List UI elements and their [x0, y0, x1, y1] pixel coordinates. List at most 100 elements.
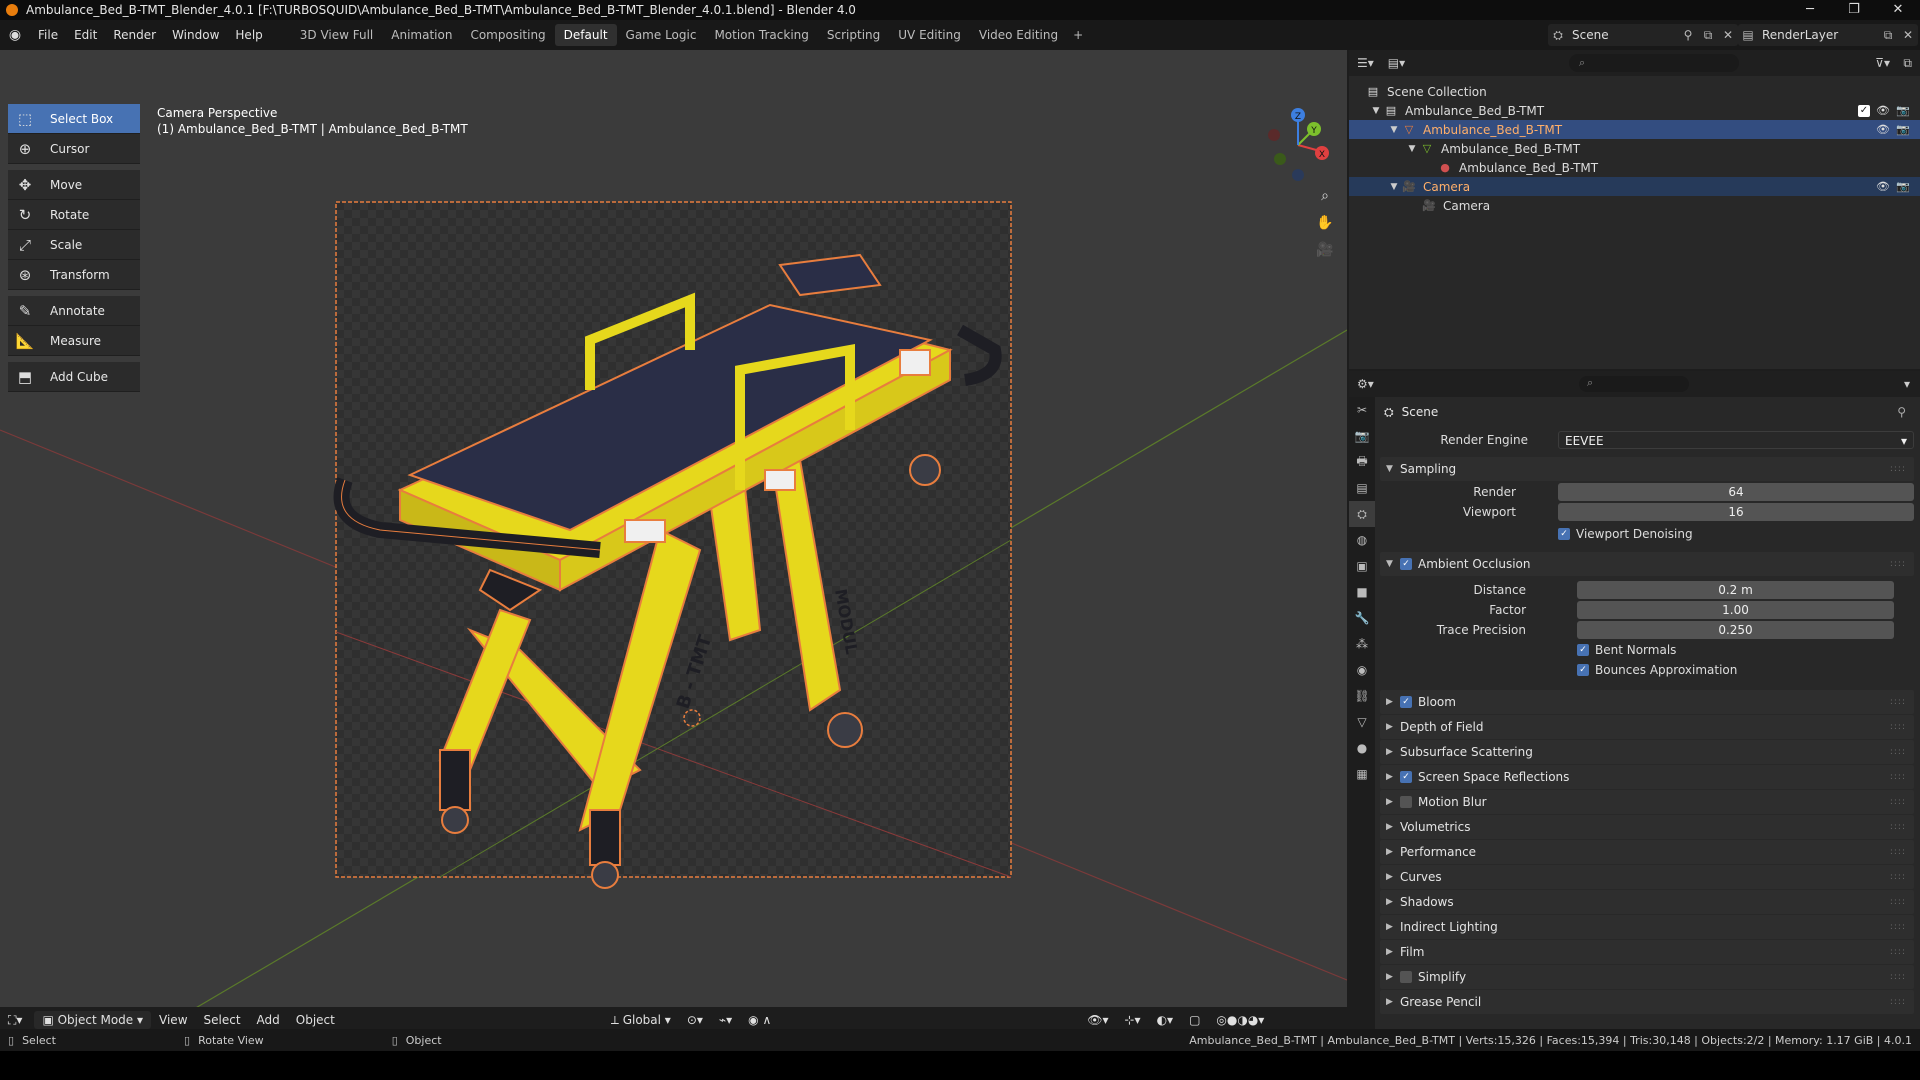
- panel-indirect-lighting[interactable]: ▶ Indirect Lighting::::: [1380, 915, 1914, 939]
- drag-grip-icon[interactable]: ::::: [1890, 559, 1906, 569]
- panel-simplify[interactable]: ▶ Simplify::::: [1380, 965, 1914, 989]
- physics-tab-icon[interactable]: ◉: [1349, 657, 1375, 683]
- output-tab-icon[interactable]: 🖶: [1349, 449, 1375, 475]
- bent-normals-checkbox[interactable]: ✓: [1577, 644, 1589, 656]
- eye-icon[interactable]: 👁: [1876, 180, 1890, 193]
- drag-grip-icon[interactable]: ::::: [1890, 897, 1906, 907]
- maximize-button[interactable]: ❐: [1832, 0, 1876, 20]
- navigation-gizmo[interactable]: X Y Z: [1258, 105, 1338, 185]
- outliner-search-input[interactable]: ⌕: [1569, 54, 1739, 72]
- gizmo-toggle-icon[interactable]: ⊹▾: [1117, 1013, 1149, 1027]
- drag-grip-icon[interactable]: ::::: [1890, 772, 1906, 782]
- options-chevron-icon[interactable]: ▾: [1904, 377, 1910, 391]
- pivot-icon[interactable]: ⊙▾: [679, 1013, 711, 1027]
- tool-cursor[interactable]: ⊕ Cursor: [8, 134, 140, 164]
- drag-grip-icon[interactable]: ::::: [1890, 997, 1906, 1007]
- panel-checkbox[interactable]: ✓: [1400, 771, 1412, 783]
- menu-object[interactable]: Object: [288, 1013, 343, 1027]
- menu-file[interactable]: File: [30, 20, 66, 50]
- drag-grip-icon[interactable]: ::::: [1890, 747, 1906, 757]
- close-button[interactable]: ✕: [1876, 0, 1920, 20]
- expand-arrow-icon[interactable]: ▼: [1387, 125, 1401, 135]
- outliner-row-object-selected[interactable]: ▼ ▽ Ambulance_Bed_B-TMT 👁 📷: [1349, 120, 1920, 139]
- properties-editor-icon[interactable]: ⚙▾: [1349, 377, 1374, 391]
- tab-3d-view-full[interactable]: 3D View Full: [291, 24, 383, 46]
- outliner-editor-icon[interactable]: ☰▾: [1357, 56, 1374, 70]
- tool-tab-icon[interactable]: ✂: [1349, 397, 1375, 423]
- object-tab-icon[interactable]: ■: [1349, 579, 1375, 605]
- menu-edit[interactable]: Edit: [66, 20, 105, 50]
- panel-film[interactable]: ▶ Film::::: [1380, 940, 1914, 964]
- data-tab-icon[interactable]: ▽: [1349, 709, 1375, 735]
- menu-render[interactable]: Render: [105, 20, 164, 50]
- drag-grip-icon[interactable]: ::::: [1890, 922, 1906, 932]
- panel-subsurface-scattering[interactable]: ▶ Subsurface Scattering::::: [1380, 740, 1914, 764]
- tool-move[interactable]: ✥ Move: [8, 170, 140, 200]
- tool-measure[interactable]: 📐 Measure: [8, 326, 140, 356]
- tool-scale[interactable]: ⤢ Scale: [8, 230, 140, 260]
- display-mode-icon[interactable]: ▤▾: [1388, 56, 1405, 70]
- menu-select[interactable]: Select: [196, 1013, 249, 1027]
- tab-motion-tracking[interactable]: Motion Tracking: [705, 24, 817, 46]
- outliner-row-material[interactable]: ● Ambulance_Bed_B-TMT: [1349, 158, 1920, 177]
- xray-icon[interactable]: ▢: [1181, 1013, 1208, 1027]
- proportional-edit-icon[interactable]: ◉ ∧: [740, 1013, 779, 1027]
- delete-layer-icon[interactable]: ✕: [1898, 28, 1918, 42]
- editor-type-icon[interactable]: ⛶▾: [0, 1013, 30, 1028]
- panel-performance[interactable]: ▶ Performance::::: [1380, 840, 1914, 864]
- render-camera-icon[interactable]: 📷: [1896, 180, 1910, 193]
- 3d-viewport[interactable]: B - TMT MODUL Camera Perspective (1) Amb…: [0, 50, 1347, 1029]
- eye-icon[interactable]: 👁: [1876, 104, 1890, 117]
- tool-add-cube[interactable]: ⬒ Add Cube: [8, 362, 140, 392]
- panel-ambient-occlusion[interactable]: ▼ ✓ Ambient Occlusion ::::: [1380, 552, 1914, 576]
- world-tab-icon[interactable]: ◍: [1349, 527, 1375, 553]
- overlay-toggle-icon[interactable]: ◐▾: [1149, 1013, 1182, 1027]
- tab-default[interactable]: Default: [554, 24, 617, 46]
- particles-tab-icon[interactable]: ⁂: [1349, 631, 1375, 657]
- new-scene-icon[interactable]: ⧉: [1698, 28, 1718, 43]
- tab-scripting[interactable]: Scripting: [818, 24, 889, 46]
- expand-arrow-icon[interactable]: ▼: [1369, 106, 1383, 116]
- panel-sampling[interactable]: ▼ Sampling ::::: [1380, 457, 1914, 481]
- exclude-checkbox[interactable]: ✓: [1858, 104, 1870, 117]
- render-engine-dropdown[interactable]: EEVEE ▾: [1558, 431, 1914, 449]
- ambient-occlusion-checkbox[interactable]: ✓: [1400, 558, 1412, 570]
- new-collection-icon[interactable]: ⧉: [1903, 56, 1912, 71]
- render-samples-field[interactable]: 64: [1558, 483, 1914, 501]
- panel-curves[interactable]: ▶ Curves::::: [1380, 865, 1914, 889]
- outliner-row-camera[interactable]: ▼ 🎥 Camera 👁 📷: [1349, 177, 1920, 196]
- bounces-checkbox[interactable]: ✓: [1577, 664, 1589, 676]
- drag-grip-icon[interactable]: ::::: [1890, 947, 1906, 957]
- tab-animation[interactable]: Animation: [382, 24, 461, 46]
- panel-motion-blur[interactable]: ▶ Motion Blur::::: [1380, 790, 1914, 814]
- material-tab-icon[interactable]: ●: [1349, 735, 1375, 761]
- drag-grip-icon[interactable]: ::::: [1890, 972, 1906, 982]
- shading-modes-icon[interactable]: ◎●◑◕▾: [1208, 1013, 1272, 1027]
- minimize-button[interactable]: ─: [1788, 0, 1832, 20]
- blender-menu-icon[interactable]: ◉: [0, 27, 30, 43]
- ao-trace-slider[interactable]: 0.250: [1577, 621, 1894, 639]
- outliner-row-collection[interactable]: ▼ ▤ Ambulance_Bed_B-TMT ✓ 👁 📷: [1349, 101, 1920, 120]
- orientation-dropdown[interactable]: ⟂ Global ▾: [603, 1013, 679, 1028]
- view-layer-selector[interactable]: ▤ RenderLayer ⧉ ✕: [1738, 24, 1918, 46]
- modifier-tab-icon[interactable]: 🔧: [1349, 605, 1375, 631]
- properties-search-input[interactable]: ⌕: [1579, 376, 1689, 392]
- constraints-tab-icon[interactable]: ⛓: [1349, 683, 1375, 709]
- add-workspace-icon[interactable]: +: [1067, 20, 1089, 50]
- ao-factor-slider[interactable]: 1.00: [1577, 601, 1894, 619]
- panel-shadows[interactable]: ▶ Shadows::::: [1380, 890, 1914, 914]
- scene-selector[interactable]: ⛭ Scene ⚲ ⧉ ✕: [1548, 24, 1738, 46]
- viewport-denoising-checkbox[interactable]: ✓: [1558, 528, 1570, 540]
- camera-view-icon[interactable]: 🎥: [1314, 239, 1336, 261]
- pin-icon[interactable]: ⚲: [1897, 405, 1906, 419]
- drag-grip-icon[interactable]: ::::: [1890, 697, 1906, 707]
- tab-compositing[interactable]: Compositing: [461, 24, 554, 46]
- panel-grease-pencil[interactable]: ▶ Grease Pencil::::: [1380, 990, 1914, 1014]
- pin-icon[interactable]: ⚲: [1678, 28, 1698, 42]
- visibility-icon[interactable]: 👁▾: [1079, 1013, 1116, 1027]
- eye-icon[interactable]: 👁: [1876, 123, 1890, 136]
- pan-hand-icon[interactable]: ✋: [1314, 212, 1336, 234]
- menu-window[interactable]: Window: [164, 20, 227, 50]
- new-layer-icon[interactable]: ⧉: [1878, 28, 1898, 43]
- tool-annotate[interactable]: ✎ Annotate: [8, 296, 140, 326]
